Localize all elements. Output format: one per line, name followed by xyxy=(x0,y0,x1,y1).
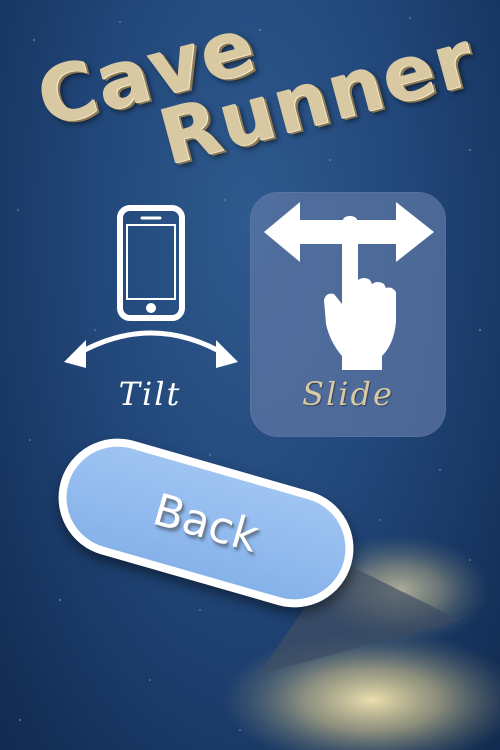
slide-label: Slide xyxy=(302,375,394,413)
back-button-label: Back xyxy=(147,483,265,563)
slide-control-option[interactable]: Slide xyxy=(250,192,446,437)
tilt-label: Tilt xyxy=(118,375,182,413)
tilt-control-option[interactable]: Tilt xyxy=(52,192,248,437)
